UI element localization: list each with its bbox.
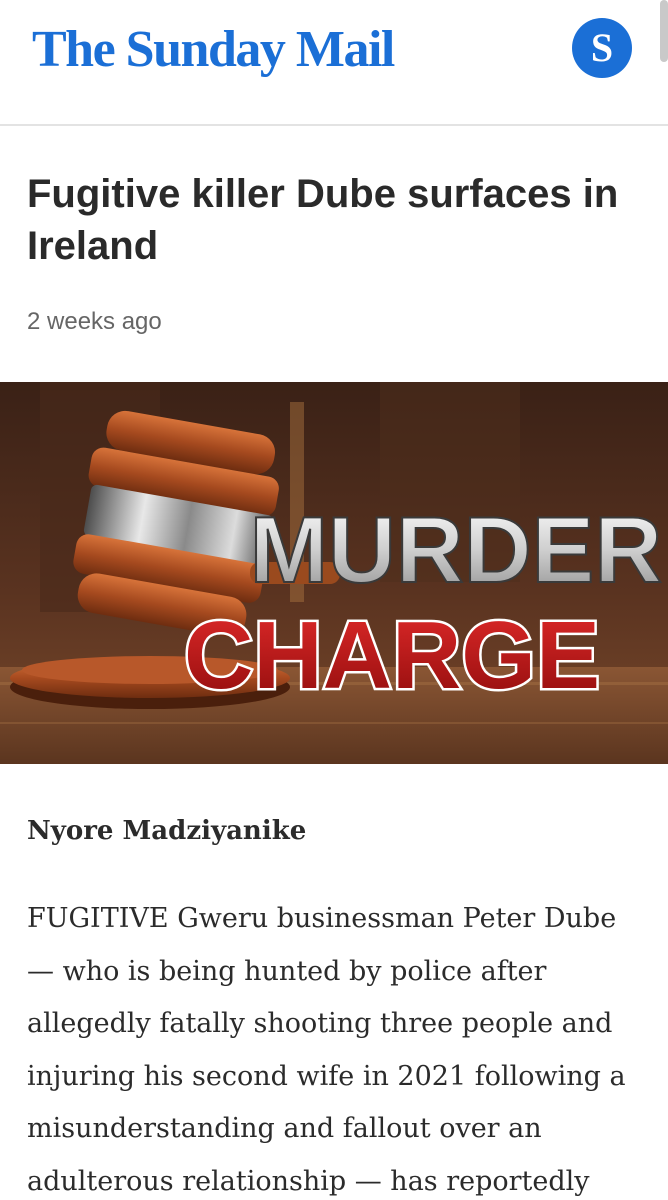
article-timestamp: 2 weeks ago — [27, 308, 162, 335]
account-avatar[interactable]: S — [572, 18, 632, 78]
image-text-charge: CHARGE — [184, 602, 600, 709]
article-byline: Nyore Madziyanike — [27, 816, 307, 846]
article-body: FUGITIVE Gweru businessman Peter Dube — … — [27, 903, 626, 1197]
site-logo[interactable]: The Sunday Mail — [32, 18, 395, 82]
article-headline: Fugitive killer Dube surfaces in Ireland — [27, 172, 619, 268]
scrollbar[interactable] — [660, 0, 668, 62]
image-text-murder: MURDER — [250, 497, 663, 602]
site-header: The Sunday Mail S — [0, 0, 668, 126]
hero-image: MURDER CHARGE — [0, 382, 668, 764]
